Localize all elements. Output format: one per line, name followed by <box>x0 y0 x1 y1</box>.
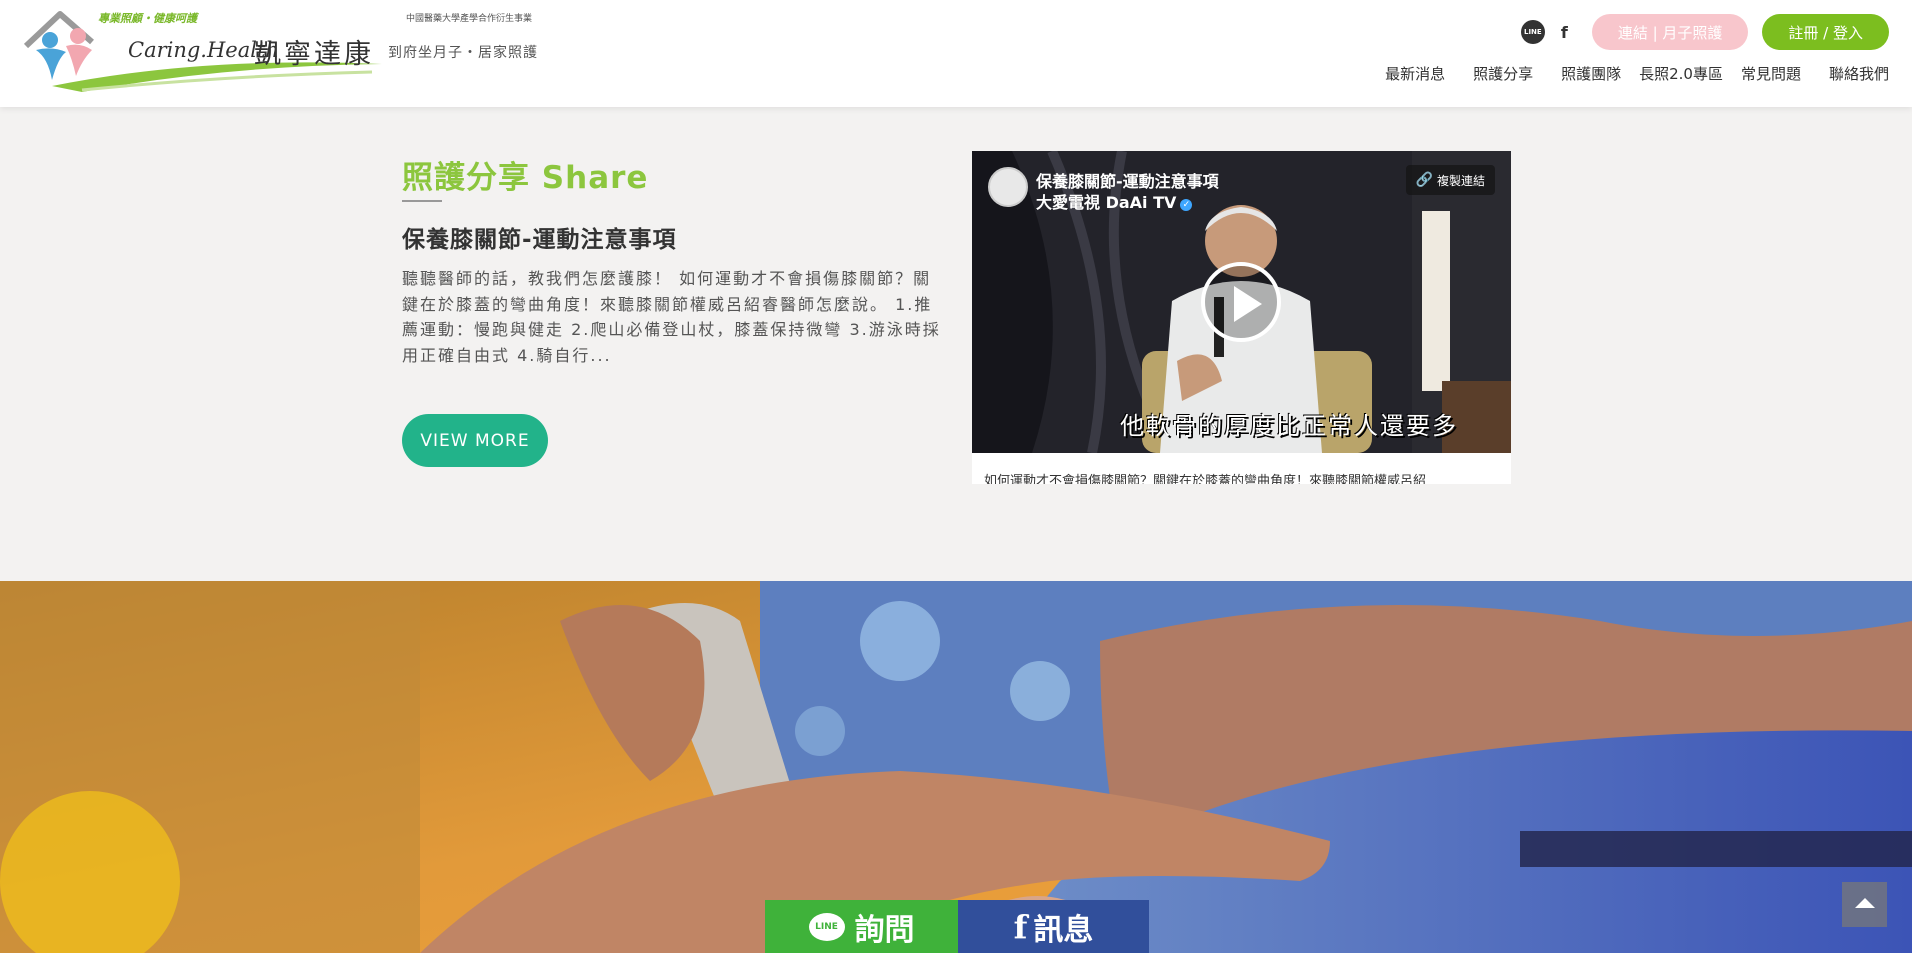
logo-brand-zh: 凱寧達康 <box>254 39 374 70</box>
play-icon[interactable] <box>1201 262 1281 342</box>
channel-name: 大愛電視 DaAi TV <box>1036 193 1177 212</box>
link-icon: 🔗 <box>1415 172 1433 188</box>
hero-photo <box>0 581 1912 953</box>
nav-item-faq[interactable]: 常見問題 <box>1741 63 1801 84</box>
video-description: 如何運動才不會損傷膝關節？關鍵在於膝蓋的彎曲角度！來聽膝關節權威呂紹 <box>984 474 1427 484</box>
line-bubble-icon: LINE <box>808 912 845 941</box>
video-subtitle: 他軟骨的厚度比正常人還要多 <box>1120 412 1458 440</box>
nav-item-news[interactable]: 最新消息 <box>1385 63 1445 84</box>
postpartum-link-button[interactable]: 連結 | 月子照護 <box>1591 14 1749 50</box>
register-login-button[interactable]: 註冊 / 登入 <box>1762 14 1889 50</box>
logo-subtitle: 到府坐月子・居家照護 <box>388 45 538 61</box>
site-logo[interactable]: 專業照顧・健康呵護 Caring.Health 凱寧達康 中國醫藥大學產學合作衍… <box>22 6 562 96</box>
copy-link-label: 複製連結 <box>1436 173 1485 188</box>
main-nav: 最新消息 照護分享 照護團隊 長照2.0專區 常見問題 聯絡我們 <box>1357 63 1889 84</box>
logo-tagline: 專業照顧・健康呵護 <box>98 12 197 25</box>
nav-item-share[interactable]: 照護分享 <box>1473 63 1533 84</box>
title-divider <box>402 200 442 202</box>
channel-avatar[interactable] <box>988 167 1028 207</box>
view-more-button[interactable]: VIEW MORE <box>402 414 548 467</box>
facebook-icon[interactable]: f <box>1561 23 1568 42</box>
video-embed: 保養膝關節-運動注意事項 大愛電視 DaAi TV ✓ 🔗 複製連結 他軟骨的厚度… <box>972 151 1511 484</box>
fb-message-button[interactable]: f 訊息 <box>958 900 1149 953</box>
facebook-f-icon: f <box>1013 907 1028 946</box>
article-title: 保養膝關節-運動注意事項 <box>402 227 677 253</box>
line-icon[interactable]: LINE <box>1520 20 1545 44</box>
fb-message-label: 訊息 <box>1033 912 1094 948</box>
video-channel[interactable]: 大愛電視 DaAi TV ✓ <box>1036 189 1193 213</box>
hands-photo <box>0 581 1912 953</box>
copy-link-button[interactable]: 🔗 複製連結 <box>1405 165 1495 195</box>
site-header: 專業照顧・健康呵護 Caring.Health 凱寧達康 中國醫藥大學產學合作衍… <box>0 0 1912 107</box>
logo-university-note: 中國醫藥大學產學合作衍生事業 <box>406 14 533 24</box>
article-excerpt: 聽聽醫師的話，教我們怎麼護膝！ 如何運動才不會損傷膝關節？關鍵在於膝蓋的彎曲角度… <box>402 269 941 365</box>
section-title: 照護分享 Share <box>402 160 649 196</box>
nav-item-team[interactable]: 照護團隊 <box>1561 63 1621 84</box>
back-to-top-button[interactable] <box>1842 882 1887 927</box>
line-inquiry-button[interactable]: LINE 詢問 <box>765 900 958 953</box>
video-player[interactable]: 保養膝關節-運動注意事項 大愛電視 DaAi TV ✓ 🔗 複製連結 他軟骨的厚度… <box>972 151 1511 453</box>
header-actions: LINE f 連結 | 月子照護 註冊 / 登入 <box>1520 14 1889 50</box>
verified-icon: ✓ <box>1180 199 1193 211</box>
nav-item-ltc[interactable]: 長照2.0專區 <box>1639 63 1723 84</box>
line-inquiry-label: 詢問 <box>854 912 915 948</box>
nav-item-contact[interactable]: 聯絡我們 <box>1829 63 1889 84</box>
